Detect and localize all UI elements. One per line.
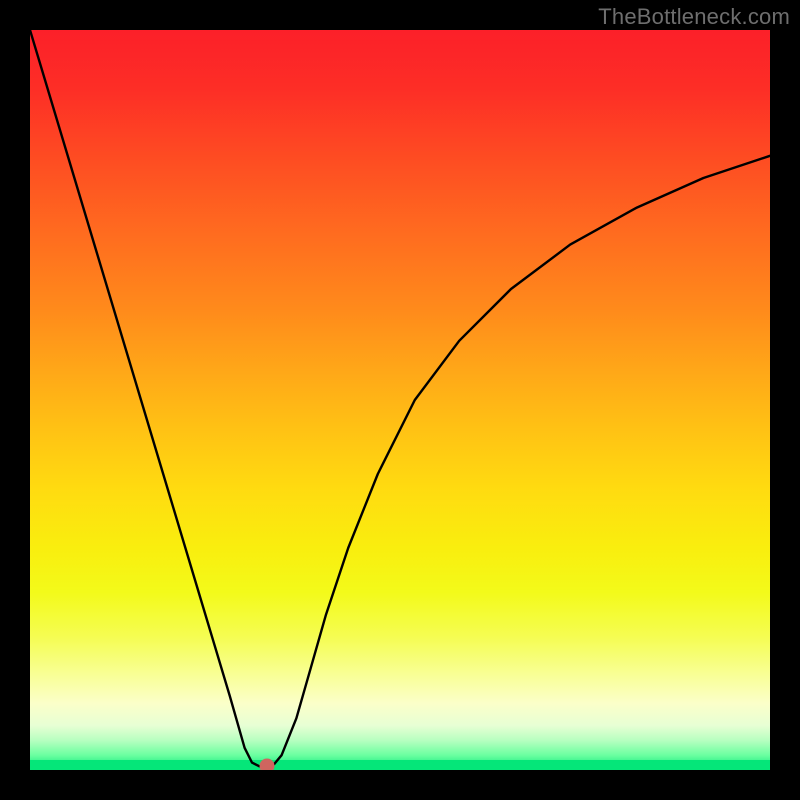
vertex-dot <box>259 759 274 770</box>
curve-path <box>30 30 770 766</box>
curve-svg <box>30 30 770 770</box>
plot-area <box>30 30 770 770</box>
chart-frame: TheBottleneck.com <box>0 0 800 800</box>
watermark-text: TheBottleneck.com <box>598 4 790 30</box>
